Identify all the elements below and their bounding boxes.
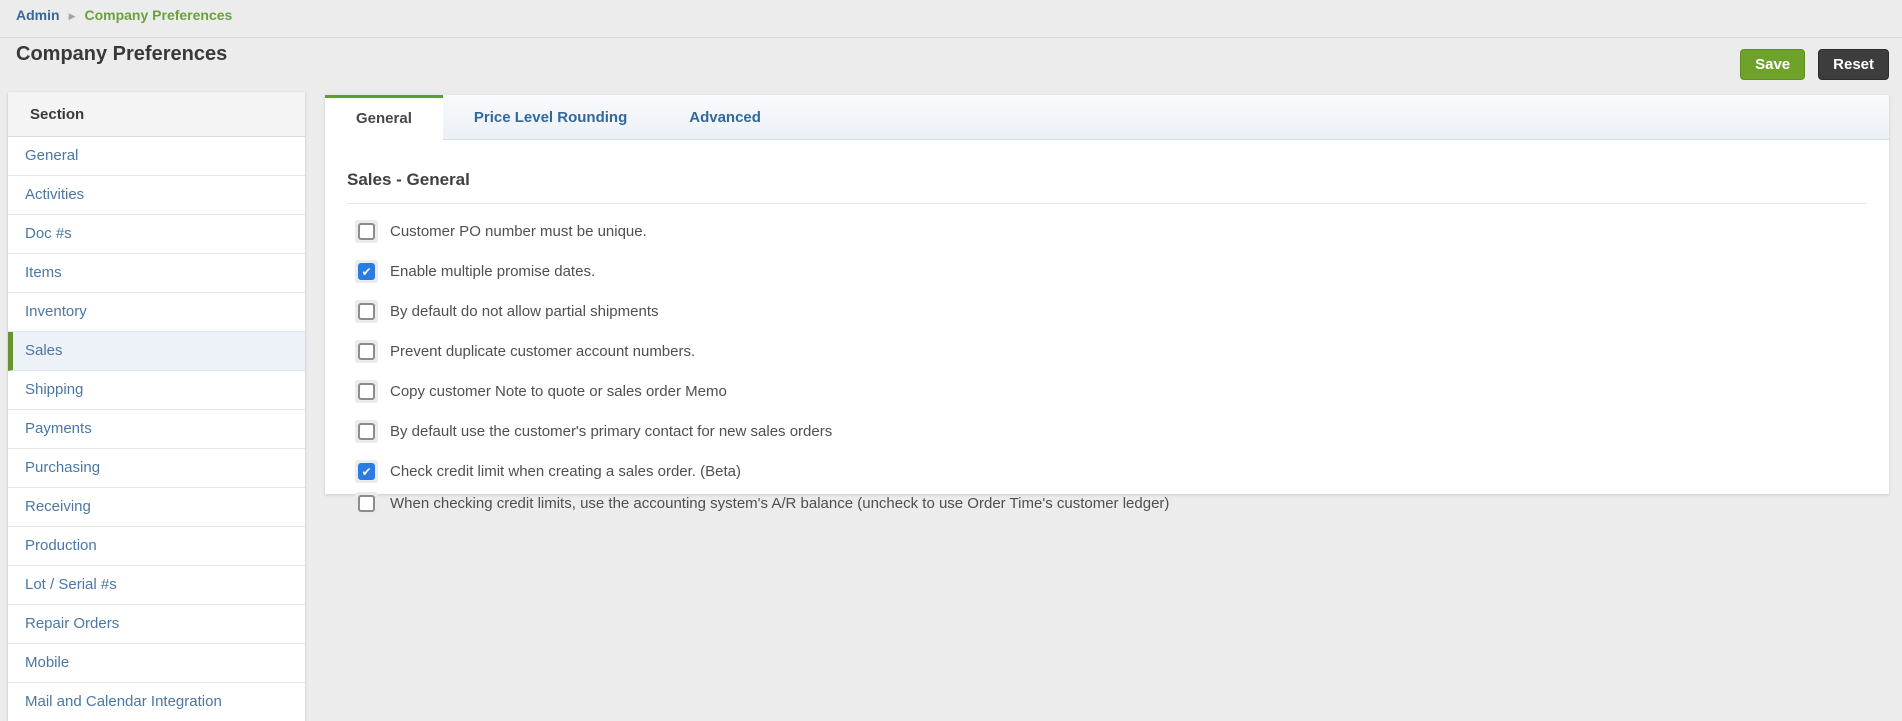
checkbox-label: Prevent duplicate customer account numbe… (390, 343, 696, 360)
tab-general[interactable]: General (325, 95, 443, 141)
checkbox-row: When checking credit limits, use the acc… (355, 492, 1867, 515)
checkbox-row: Customer PO number must be unique. (355, 220, 1867, 243)
panel-divider (347, 203, 1867, 204)
checkbox-check-credit-limit[interactable] (355, 460, 378, 483)
section-sidebar: Section General Activities Doc #s Items … (8, 92, 305, 721)
checkbox-label: When checking credit limits, use the acc… (390, 495, 1170, 512)
sidebar-item-shipping[interactable]: Shipping (8, 371, 305, 410)
breadcrumb-arrow-icon: ▶ (68, 10, 76, 21)
sidebar-header: Section (8, 92, 305, 137)
page-title: Company Preferences (16, 43, 228, 65)
sidebar-item-production[interactable]: Production (8, 527, 305, 566)
preferences-content: General Price Level Rounding Advanced Sa… (325, 95, 1889, 515)
tab-price-level-rounding[interactable]: Price Level Rounding (443, 95, 658, 140)
checkbox-copy-note-to-memo[interactable] (355, 380, 378, 403)
reset-button[interactable]: Reset (1818, 49, 1889, 80)
checkbox-icon (358, 263, 375, 280)
checkbox-label: Check credit limit when creating a sales… (390, 463, 741, 480)
sidebar-item-inventory[interactable]: Inventory (8, 293, 305, 332)
tab-advanced[interactable]: Advanced (658, 95, 792, 140)
save-button[interactable]: Save (1740, 49, 1806, 80)
sidebar-item-receiving[interactable]: Receiving (8, 488, 305, 527)
header-divider (0, 37, 1902, 38)
sidebar-item-activities[interactable]: Activities (8, 176, 305, 215)
sidebar-item-purchasing[interactable]: Purchasing (8, 449, 305, 488)
checkbox-icon (358, 223, 375, 240)
sidebar-item-repair-orders[interactable]: Repair Orders (8, 605, 305, 644)
checkbox-no-partial-shipments[interactable] (355, 300, 378, 323)
checkbox-row: By default do not allow partial shipment… (355, 300, 1867, 323)
checkbox-label: Copy customer Note to quote or sales ord… (390, 383, 727, 400)
checkbox-row: By default use the customer's primary co… (355, 420, 1867, 443)
checkbox-icon (358, 383, 375, 400)
tab-bar: General Price Level Rounding Advanced (325, 95, 1889, 141)
checkbox-row: Prevent duplicate customer account numbe… (355, 340, 1867, 363)
checkbox-use-ar-balance[interactable] (355, 492, 378, 515)
toolbar: Save Reset (1740, 49, 1889, 80)
checkbox-label: By default do not allow partial shipment… (390, 303, 659, 320)
checkbox-list: Customer PO number must be unique. Enabl… (347, 220, 1867, 515)
checkbox-row: Check credit limit when creating a sales… (355, 460, 1867, 483)
breadcrumb: Admin ▶ Company Preferences (16, 7, 232, 23)
sidebar-item-lot-serial[interactable]: Lot / Serial #s (8, 566, 305, 605)
checkbox-icon (358, 495, 375, 512)
checkbox-customer-po-unique[interactable] (355, 220, 378, 243)
checkbox-icon (358, 343, 375, 360)
checkbox-label: By default use the customer's primary co… (390, 423, 833, 440)
checkbox-icon (358, 423, 375, 440)
sidebar-item-payments[interactable]: Payments (8, 410, 305, 449)
sidebar-item-general[interactable]: General (8, 137, 305, 176)
sidebar-item-doc-numbers[interactable]: Doc #s (8, 215, 305, 254)
checkbox-label: Enable multiple promise dates. (390, 263, 596, 280)
sidebar-item-mobile[interactable]: Mobile (8, 644, 305, 683)
checkbox-prevent-duplicate-accounts[interactable] (355, 340, 378, 363)
checkbox-row: Copy customer Note to quote or sales ord… (355, 380, 1867, 403)
checkbox-multiple-promise-dates[interactable] (355, 260, 378, 283)
panel-heading: Sales - General (347, 170, 470, 189)
sidebar-item-sales[interactable]: Sales (8, 332, 305, 371)
breadcrumb-current-page: Company Preferences (84, 7, 233, 23)
checkbox-icon (358, 303, 375, 320)
checkbox-label: Customer PO number must be unique. (390, 223, 647, 240)
breadcrumb-link-admin[interactable]: Admin (16, 7, 60, 23)
sidebar-item-mail-calendar-integration[interactable]: Mail and Calendar Integration (8, 683, 305, 721)
sidebar-item-items[interactable]: Items (8, 254, 305, 293)
checkbox-icon (358, 463, 375, 480)
sales-general-panel: Sales - General Customer PO number must … (325, 140, 1889, 515)
checkbox-row: Enable multiple promise dates. (355, 260, 1867, 283)
checkbox-primary-contact-default[interactable] (355, 420, 378, 443)
